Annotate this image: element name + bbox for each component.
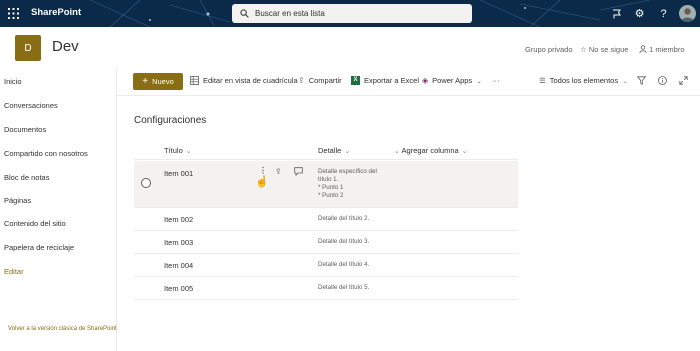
detail-line: Detalle específico del: [318, 168, 377, 175]
view-list-icon: ☰: [539, 76, 546, 85]
table-row[interactable]: Item 002 Detalle del título 2.: [134, 208, 518, 231]
follow-label: No se sigue: [588, 45, 629, 54]
follow-button[interactable]: ☆ No se sigue: [580, 45, 628, 54]
site-header: D Dev Grupo privado ☆ No se sigue 1 miem…: [0, 27, 700, 67]
row-title[interactable]: Item 003: [164, 238, 193, 247]
power-apps-icon: ◈: [422, 76, 429, 85]
help-icon[interactable]: ?: [650, 0, 677, 27]
waffle-icon[interactable]: [0, 0, 27, 27]
gear-icon[interactable]: ⚙: [626, 0, 653, 27]
star-icon: ☆: [580, 45, 587, 54]
chevron-down-icon: ⌄: [461, 148, 468, 155]
share-button[interactable]: ⇪ Compartir: [298, 76, 342, 85]
nav-item-paginas[interactable]: Páginas: [4, 196, 31, 205]
person-icon: [639, 45, 647, 54]
excel-icon: X: [351, 76, 360, 85]
table-row[interactable]: Item 001 ⋮ ☝ ⇪ Detalle específico del tí…: [134, 161, 518, 208]
search-box[interactable]: Buscar en esta lista: [232, 4, 472, 23]
view-label: Todos los elementos: [549, 76, 619, 85]
nav-item-contenido[interactable]: Contenido del sitio: [4, 219, 66, 228]
privacy-label: Grupo privado: [525, 45, 573, 54]
nav-item-papelera[interactable]: Papelera de reciclaje: [4, 243, 74, 252]
row-title[interactable]: Item 002: [164, 215, 193, 224]
nav-item-documentos[interactable]: Documentos: [4, 125, 46, 134]
row-detail: Detalle del título 2.: [318, 215, 370, 222]
plus-icon: +: [142, 75, 149, 87]
site-title[interactable]: Dev: [52, 38, 79, 55]
cursor-hand-icon: ☝: [255, 176, 269, 188]
row-select-radio[interactable]: [141, 178, 151, 188]
add-column-label: Agregar columna: [401, 146, 459, 155]
chevron-down-icon: ⌄: [394, 148, 400, 155]
chevron-down-icon: ⌄: [622, 77, 628, 85]
row-title[interactable]: Item 001: [164, 169, 193, 178]
classic-view-link[interactable]: Volver a la versión clásica de SharePoin…: [8, 325, 118, 333]
column-detail-label: Detalle: [318, 146, 342, 155]
column-title-label: Título: [164, 146, 183, 155]
grid-icon: [190, 76, 199, 85]
info-icon[interactable]: [658, 76, 667, 85]
search-icon: [240, 9, 249, 18]
left-navigation: Inicio Conversaciones Documentos Compart…: [0, 67, 117, 351]
share-label: Compartir: [308, 76, 342, 85]
power-apps-label: Power Apps: [432, 76, 473, 85]
row-detail: Detalle del título 5.: [318, 284, 370, 291]
chevron-down-icon: ⌄: [476, 77, 483, 85]
new-button[interactable]: + Nuevo: [133, 73, 183, 90]
row-detail: Detalle específico del título 1. * Punto…: [318, 168, 377, 200]
export-excel-button[interactable]: X Exportar a Excel: [351, 76, 419, 85]
nav-edit-link[interactable]: Editar: [4, 267, 24, 276]
chevron-down-icon: ⌄: [344, 148, 351, 155]
list-title: Configuraciones: [134, 115, 207, 126]
nav-item-compartido[interactable]: Compartido con nosotros: [4, 149, 88, 158]
site-logo[interactable]: D: [15, 35, 41, 61]
add-column-button[interactable]: ⌄ Agregar columna ⌄: [394, 146, 468, 155]
search-input[interactable]: Buscar en esta lista: [255, 9, 325, 18]
detail-line: * Punto 2: [318, 192, 344, 199]
power-apps-button[interactable]: ◈ Power Apps ⌄: [422, 76, 482, 85]
chevron-down-icon: ⌄: [185, 148, 192, 155]
app-brand[interactable]: SharePoint: [31, 7, 81, 18]
row-detail: Detalle del título 4.: [318, 261, 370, 268]
column-header-title[interactable]: Título ⌄: [164, 146, 192, 155]
view-selector[interactable]: ☰ Todos los elementos ⌄: [539, 76, 628, 85]
row-more-icon[interactable]: ⋮: [259, 166, 267, 175]
more-icon: ···: [492, 76, 500, 85]
grid-edit-label: Editar en vista de cuadrícula: [203, 76, 298, 85]
nav-item-conversaciones[interactable]: Conversaciones: [4, 101, 58, 110]
column-header-detail[interactable]: Detalle ⌄: [318, 146, 350, 155]
command-bar: + Nuevo Editar en vista de cuadrícula ⇪ …: [117, 67, 700, 96]
members-button[interactable]: 1 miembro: [639, 45, 685, 54]
row-title[interactable]: Item 004: [164, 261, 193, 270]
export-label: Exportar a Excel: [364, 76, 420, 85]
suite-bar: SharePoint Buscar en esta lista ⚙ ?: [0, 0, 700, 27]
comment-icon[interactable]: [294, 167, 303, 178]
nav-item-bloc-de-notas[interactable]: Bloc de notas: [4, 173, 49, 182]
new-button-label: Nuevo: [152, 77, 174, 86]
table-row[interactable]: Item 005 Detalle del título 5.: [134, 277, 518, 300]
grid-edit-button[interactable]: Editar en vista de cuadrícula: [190, 76, 298, 85]
detail-line: título 1.: [318, 176, 339, 183]
avatar[interactable]: [679, 5, 696, 22]
members-label: 1 miembro: [649, 45, 685, 54]
share-icon[interactable]: ⇪: [275, 167, 282, 176]
expand-icon[interactable]: [679, 76, 688, 85]
detail-line: * Punto 1: [318, 184, 344, 191]
table-row[interactable]: Item 004 Detalle del título 4.: [134, 254, 518, 277]
filter-icon[interactable]: [637, 76, 646, 85]
table-row[interactable]: Item 003 Detalle del título 3.: [134, 231, 518, 254]
row-title[interactable]: Item 005: [164, 284, 193, 293]
more-button[interactable]: ···: [492, 76, 500, 85]
share-icon: ⇪: [298, 76, 305, 85]
row-detail: Detalle del título 3.: [318, 238, 370, 245]
nav-item-inicio[interactable]: Inicio: [4, 77, 22, 86]
header-divider: [134, 159, 518, 160]
